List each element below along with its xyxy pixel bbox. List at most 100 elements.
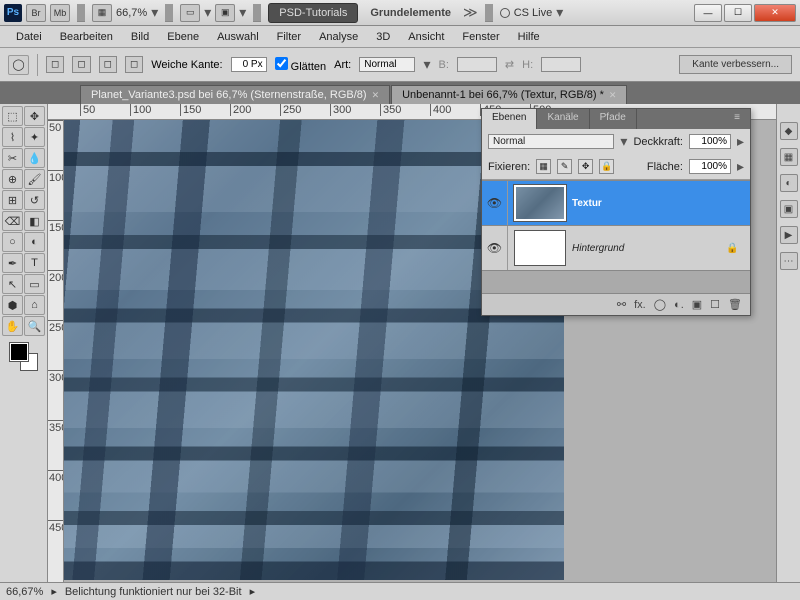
menu-fenster[interactable]: Fenster (454, 29, 507, 45)
eraser-tool[interactable]: ⌫ (2, 211, 23, 231)
crop-tool[interactable]: ✂ (2, 148, 23, 168)
adjustments-panel-icon[interactable]: ◐ (780, 174, 798, 192)
tab-kanaele[interactable]: Kanäle (537, 109, 589, 129)
zoom-level[interactable]: 66,7% (116, 7, 147, 19)
type-tool[interactable]: T (24, 253, 45, 273)
gradient-tool[interactable]: ◧ (24, 211, 45, 231)
maximize-button[interactable]: ☐ (724, 4, 752, 22)
selection-new-icon[interactable]: ◻ (46, 56, 64, 73)
style-select[interactable]: Normal (359, 57, 415, 72)
status-zoom[interactable]: 66,67% (6, 586, 43, 598)
color-panel-icon[interactable]: ◆ (780, 122, 798, 140)
zoom-tool[interactable]: 🔍 (24, 316, 45, 336)
pen-tool[interactable]: ✒ (2, 253, 23, 273)
arrange-icon[interactable]: ▭ (180, 4, 200, 22)
panel-menu-icon[interactable]: ≡ (724, 109, 750, 129)
refine-edge-button[interactable]: Kante verbessern... (679, 55, 792, 74)
lasso-tool[interactable]: ⌇ (2, 127, 23, 147)
layer-textur[interactable]: 👁 Textur (482, 181, 750, 226)
extra-panel-icon[interactable]: ⋯ (780, 252, 798, 270)
psd-tutorials-button[interactable]: PSD-Tutorials (268, 3, 358, 23)
tab-pfade[interactable]: Pfade (590, 109, 637, 129)
view-extras-icon[interactable]: ▦ (92, 4, 112, 22)
screenmode-icon[interactable]: ▣ (215, 4, 235, 22)
swatches-panel-icon[interactable]: ▦ (780, 148, 798, 166)
shape-tool[interactable]: ▭ (24, 274, 45, 294)
move-tool[interactable]: ✥ (24, 106, 45, 126)
feather-input[interactable] (231, 57, 267, 72)
layers-panel: Ebenen Kanäle Pfade ≡ Normal▾ Deckkraft:… (481, 108, 751, 316)
group-icon[interactable]: ▣ (692, 298, 702, 311)
layer-thumbnail[interactable] (514, 230, 566, 266)
lock-pixels-icon[interactable]: ✎ (557, 159, 572, 174)
dodge-tool[interactable]: ◐ (24, 232, 45, 252)
minimize-button[interactable]: — (694, 4, 722, 22)
link-icon[interactable]: ⚯ (617, 298, 626, 311)
workspace-button[interactable]: Grundelemente (362, 4, 459, 22)
fx-icon[interactable]: fx. (634, 299, 646, 311)
stamp-tool[interactable]: ⊞ (2, 190, 23, 210)
delete-icon[interactable]: 🗑 (728, 298, 742, 311)
menu-filter[interactable]: Filter (269, 29, 309, 45)
close-button[interactable]: ✕ (754, 4, 796, 22)
menu-3d[interactable]: 3D (368, 29, 398, 45)
new-layer-icon[interactable]: ☐ (710, 298, 720, 311)
cs-live-button[interactable]: CS Live (514, 7, 553, 19)
menu-analyse[interactable]: Analyse (311, 29, 366, 45)
heal-tool[interactable]: ⊕ (2, 169, 23, 189)
layers-footer: ⚯ fx. ◯ ◐. ▣ ☐ 🗑 (482, 293, 750, 315)
toolbox: ⬚✥ ⌇✦ ✂💧 ⊕🖌 ⊞↺ ⌫◧ ○◐ ✒T ↖▭ ⬢⌂ ✋🔍 (0, 104, 48, 582)
menu-datei[interactable]: Datei (8, 29, 50, 45)
zoom-dropdown-icon[interactable]: ▾ (151, 4, 158, 21)
adjustment-icon[interactable]: ◐. (674, 299, 684, 311)
fill-input[interactable] (689, 159, 731, 174)
titlebar: Ps Br Mb ▦ 66,7% ▾ ▭ ▾ ▣ ▾ PSD-Tutorials… (0, 0, 800, 26)
hand-tool[interactable]: ✋ (2, 316, 23, 336)
wand-tool[interactable]: ✦ (24, 127, 45, 147)
lock-all-icon[interactable]: 🔒 (599, 159, 614, 174)
menu-auswahl[interactable]: Auswahl (209, 29, 267, 45)
close-icon[interactable]: ✕ (372, 90, 380, 101)
selection-subtract-icon[interactable]: ◻ (99, 56, 117, 73)
ruler-vertical: 50100150200250300350400450 (48, 120, 64, 582)
menu-bearbeiten[interactable]: Bearbeiten (52, 29, 121, 45)
workspace-more-icon[interactable]: ≫ (463, 4, 478, 21)
document-tab-2[interactable]: Unbenannt-1 bei 66,7% (Textur, RGB/8) *✕ (391, 85, 627, 104)
layer-thumbnail[interactable] (514, 185, 566, 221)
mask-icon[interactable]: ◯ (654, 298, 666, 311)
mask-panel-icon[interactable]: ▣ (780, 200, 798, 218)
minibridge-icon[interactable]: Mb (50, 4, 70, 22)
layer-hintergrund[interactable]: 👁 Hintergrund 🔒 (482, 226, 750, 271)
menu-ebene[interactable]: Ebene (159, 29, 207, 45)
visibility-icon[interactable]: 👁 (482, 226, 508, 270)
document-tabbar: Planet_Variante3.psd bei 66,7% (Sternens… (0, 82, 800, 104)
lock-position-icon[interactable]: ✥ (578, 159, 593, 174)
cs-live-icon (500, 8, 510, 18)
history-brush-tool[interactable]: ↺ (24, 190, 45, 210)
bridge-icon[interactable]: Br (26, 4, 46, 22)
current-tool-icon[interactable]: ◯ (8, 55, 29, 75)
eyedropper-tool[interactable]: 💧 (24, 148, 45, 168)
lock-transparency-icon[interactable]: ▦ (536, 159, 551, 174)
visibility-icon[interactable]: 👁 (482, 181, 508, 225)
status-message: Belichtung funktioniert nur bei 32-Bit (65, 586, 242, 598)
close-icon[interactable]: ✕ (609, 90, 617, 101)
marquee-tool[interactable]: ⬚ (2, 106, 23, 126)
actions-panel-icon[interactable]: ▶ (780, 226, 798, 244)
opacity-input[interactable] (689, 134, 731, 149)
selection-add-icon[interactable]: ◻ (72, 56, 90, 73)
brush-tool[interactable]: 🖌 (24, 169, 45, 189)
menu-hilfe[interactable]: Hilfe (510, 29, 548, 45)
color-swatch[interactable] (10, 343, 38, 371)
menu-ansicht[interactable]: Ansicht (400, 29, 452, 45)
menu-bild[interactable]: Bild (123, 29, 157, 45)
path-tool[interactable]: ↖ (2, 274, 23, 294)
blur-tool[interactable]: ○ (2, 232, 23, 252)
3d-tool[interactable]: ⬢ (2, 295, 23, 315)
tab-ebenen[interactable]: Ebenen (482, 109, 537, 129)
antialias-checkbox[interactable]: Glätten (275, 57, 327, 73)
blend-mode-select[interactable]: Normal (488, 134, 614, 149)
selection-intersect-icon[interactable]: ◻ (125, 56, 143, 73)
camera-tool[interactable]: ⌂ (24, 295, 45, 315)
document-tab-1[interactable]: Planet_Variante3.psd bei 66,7% (Sternens… (80, 85, 390, 104)
